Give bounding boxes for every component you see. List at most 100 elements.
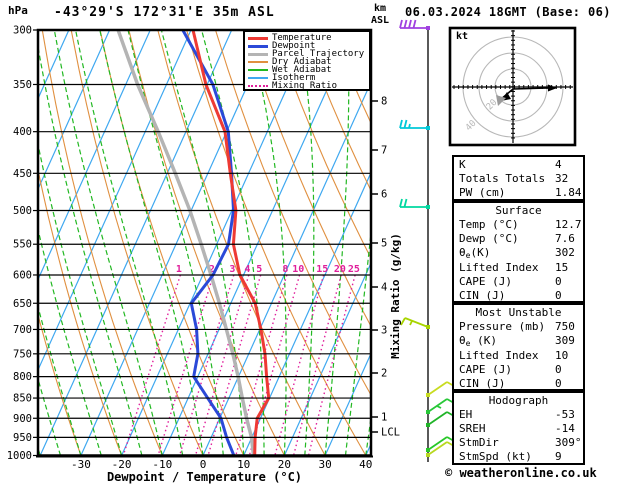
decorative-graphic: θ (459, 334, 466, 347)
dry-adiabat-line (620, 30, 629, 456)
mu-value: 309 (555, 334, 575, 347)
legend-swatch-dotted (248, 85, 268, 87)
mixing-ratio-value-label: 25 (348, 264, 360, 275)
legend-swatch-thick (248, 52, 268, 56)
km-tick-label: 8 (381, 96, 387, 108)
x-axis-title: Dewpoint / Temperature (°C) (106, 470, 303, 484)
legend-item: Mixing Ratio (248, 81, 367, 91)
pressure-tick-label: 750 (13, 348, 32, 360)
pressure-tick-label: 650 (13, 298, 32, 310)
decorative-graphic: e (465, 251, 471, 260)
mu-label: Lifted Index (459, 349, 539, 362)
isotherm-line (80, 30, 273, 456)
surface-label: Temp (°C) (459, 218, 519, 231)
hodograph-panel-title: Hodograph (488, 394, 549, 407)
skewt-app: 1 2 3 4 5 8 10 15 20 25 300 350 400 450 500 550 600 650 70… (0, 0, 629, 486)
mu-row: CIN (J) 0 (459, 377, 583, 391)
decorative-graphic (404, 317, 429, 328)
km-tick-label: 1 (381, 412, 387, 424)
mixing-ratio-line (157, 274, 215, 456)
index-label: K (459, 158, 466, 171)
wind-barb (399, 198, 430, 209)
mixing-ratio-value-label: 1 (176, 264, 182, 275)
mu-label: CAPE (J) (459, 363, 512, 376)
legend-swatch-thin (248, 69, 268, 71)
surface-value: 0 (555, 289, 562, 302)
run-datetime: 06.03.2024 18GMT (Base: 06) (405, 5, 611, 19)
decorative-graphic (399, 19, 403, 29)
hodo-row: StmSpd (kt) 9 (459, 450, 583, 464)
mu-value: 0 (555, 377, 562, 390)
legend: Temperature Dewpoint Parcel Trajectory Dry … (243, 30, 371, 91)
mixing-ratio-value-label: 5 (256, 264, 262, 275)
stability-indices-panel: K4 Totals Totals 32 PW (cm) 1.84 (452, 155, 585, 201)
wind-barb (426, 381, 455, 397)
altitude-axis-unit-asl: ASL (371, 15, 390, 26)
mu-row: Pressure (mb) 750 (459, 320, 583, 334)
wet-adiabat-line (299, 30, 315, 456)
legend-label: Mixing Ratio (272, 81, 338, 91)
isotherm-line (161, 30, 355, 456)
km-tick-label: 7 (381, 145, 387, 157)
hodograph-stats-panel: Hodograph EH -53 SREH -14 StmDir 309° StmSp… (452, 391, 585, 465)
mu-value: 750 (555, 320, 575, 333)
most-unstable-panel-title: Most Unstable (475, 306, 562, 319)
decorative-graphic (427, 381, 448, 396)
surface-value: 302 (555, 246, 575, 259)
wind-barb (426, 398, 455, 414)
theta-e-label: θe (K) (459, 334, 497, 348)
hodo-label: SREH (459, 422, 486, 435)
legend-swatch-thin (248, 77, 268, 79)
pressure-tick-label: 300 (13, 25, 32, 37)
decorative-graphic (408, 123, 411, 129)
index-value: 32 (555, 172, 569, 185)
wind-barb (400, 317, 430, 329)
hodo-row: StmDir 309° (459, 436, 583, 450)
pressure-tick-label: 350 (13, 79, 32, 91)
wind-barb (399, 19, 430, 30)
pressure-tick-label: 850 (13, 393, 32, 405)
surface-row: CAPE (J) 0 (459, 275, 583, 289)
hodo-row: EH -53 (459, 408, 583, 422)
decorative-graphic (412, 19, 417, 29)
mixing-ratio-value-label: 3 (229, 264, 235, 275)
pressure-tick-label: 600 (13, 269, 32, 281)
wind-barb (426, 411, 455, 427)
km-tick-label: 6 (381, 189, 387, 201)
surface-panel-title: Surface (495, 204, 542, 217)
hodo-value: -14 (555, 422, 575, 435)
pressure-tick-label: 500 (13, 205, 32, 217)
mixing-ratio-line (178, 274, 235, 456)
km-tick-label: 2 (381, 368, 387, 380)
mu-row: CAPE (J) 0 (459, 363, 583, 377)
pressure-tick-label: 550 (13, 239, 32, 251)
dry-adiabat-line (591, 30, 629, 456)
copyright-footer: © weatheronline.co.uk (445, 466, 597, 480)
wet-adiabat-line (99, 30, 204, 456)
mixing-ratio-value-label: 20 (334, 264, 346, 275)
legend-swatch-thin (248, 61, 268, 63)
decorative-graphic (408, 19, 412, 29)
mu-value: 0 (555, 363, 562, 376)
surface-panel: Surface Temp (°C) 12.7 Dewp (°C) 7.6 θe(K)… (452, 201, 585, 303)
surface-value: 0 (555, 275, 562, 288)
hodo-label: StmDir (459, 436, 499, 449)
hodo-label: EH (459, 408, 473, 421)
index-row: Totals Totals 32 (459, 172, 583, 186)
pressure-tick-label: 700 (13, 324, 32, 336)
surface-row: CIN (J) 0 (459, 289, 583, 303)
hodo-label: StmSpd (kt) (459, 450, 532, 463)
decorative-graphic (403, 198, 408, 208)
wind-barb (399, 119, 430, 130)
pressure-axis-unit: hPa (8, 4, 28, 17)
decorative-graphic (436, 405, 442, 409)
index-value: 1.84 (555, 186, 582, 199)
surface-row: Temp (°C) 12.7 (459, 218, 583, 232)
surface-value: 7.6 (555, 232, 575, 245)
index-label: PW (cm) (459, 186, 506, 199)
mixing-ratio-value-label: 10 (292, 264, 304, 275)
surface-value: 12.7 (555, 218, 582, 231)
surface-label: Dewp (°C) (459, 232, 519, 245)
dry-adiabat-line (243, 30, 371, 328)
surface-label: Lifted Index (459, 261, 539, 274)
